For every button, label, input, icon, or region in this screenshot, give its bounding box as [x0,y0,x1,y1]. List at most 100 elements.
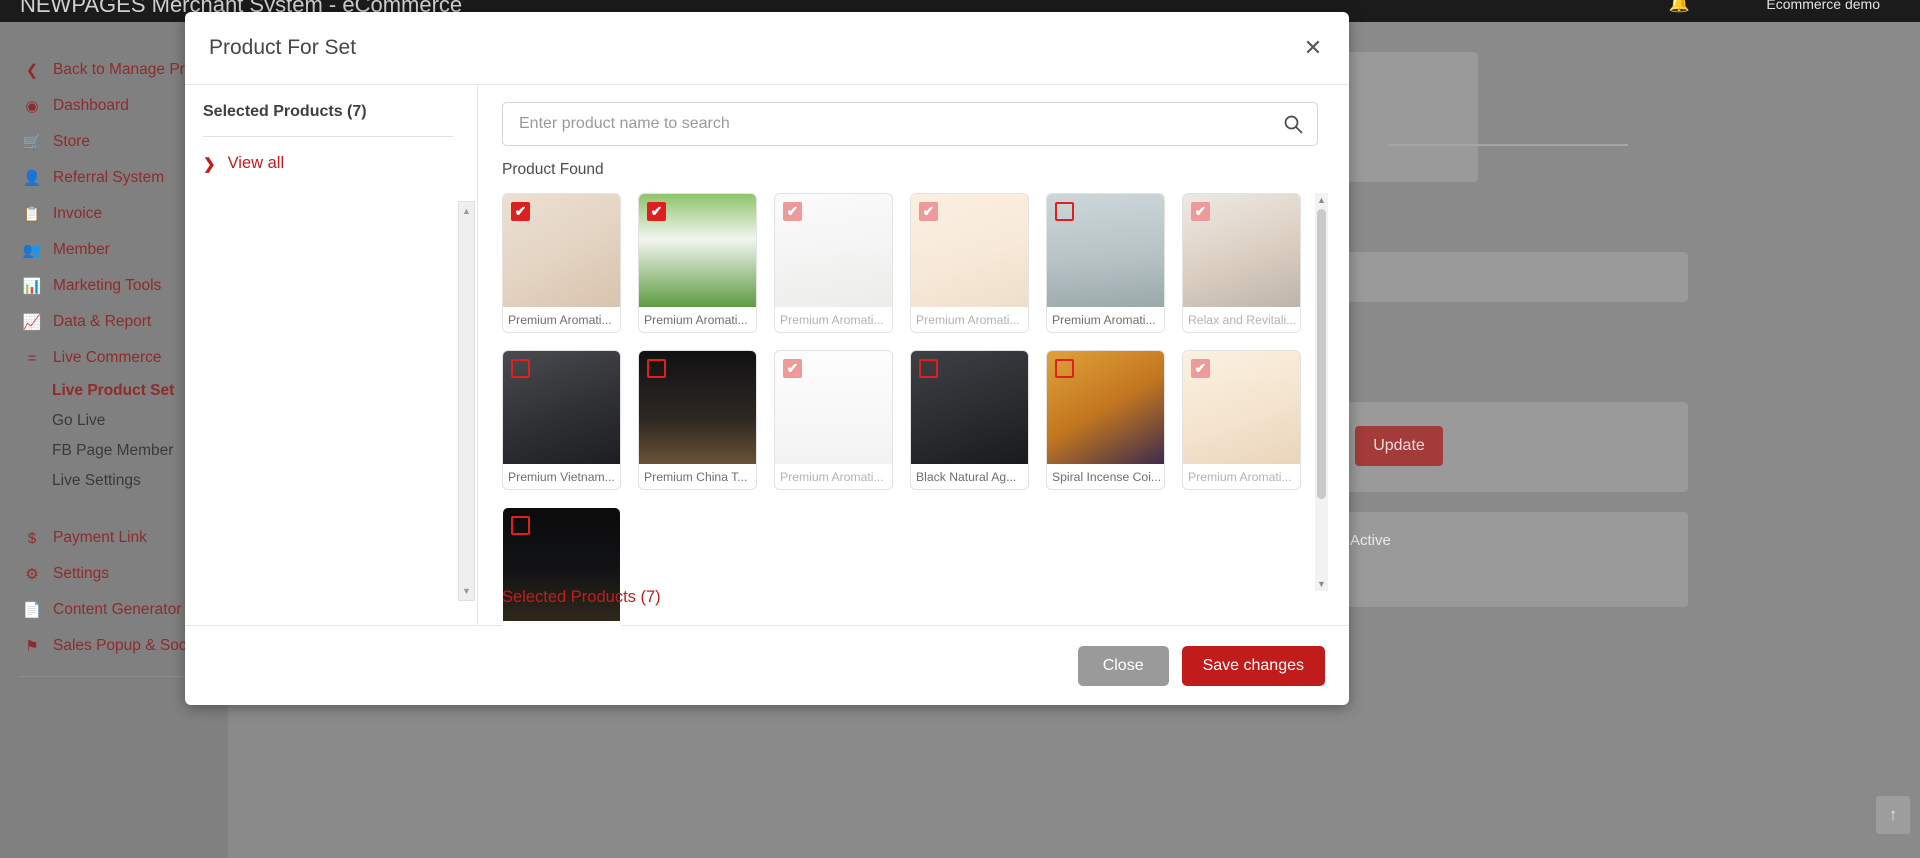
sidebar-item-label: Settings [53,565,110,582]
left-pane-scrollbar[interactable]: ▲ ▼ [458,201,475,601]
close-button[interactable]: Close [1077,645,1169,686]
area-chart-icon: 📈 [22,313,42,331]
product-thumbnail: ✔ [639,194,756,307]
product-thumbnail: ✔ [1183,194,1300,307]
product-card[interactable] [502,507,621,647]
sidebar-item-label: Store [53,133,91,150]
selected-products-pane: Selected Products (7) ❯ View all ▲ ▼ [185,85,478,625]
product-name-label: Premium Aromati... [916,313,1020,327]
scroll-down-arrow-icon[interactable]: ▼ [459,584,474,598]
account-label[interactable]: Ecommerce demo [1766,0,1880,12]
product-checkbox-checked[interactable]: ✔ [1191,359,1210,378]
save-changes-button[interactable]: Save changes [1181,645,1325,686]
product-checkbox-unchecked[interactable] [511,516,530,535]
sidebar-item-label: Dashboard [53,97,129,114]
modal-body: Selected Products (7) ❯ View all ▲ ▼ Ent… [185,85,1349,647]
product-name-label: Premium China T... [644,470,748,484]
product-name-label: Premium Aromati... [508,313,612,327]
product-thumbnail: ✔ [775,351,892,464]
dollar-icon: $ [27,529,37,547]
product-card[interactable]: ✔ Premium Aromati... [774,193,893,333]
product-checkbox-unchecked[interactable] [919,359,938,378]
product-checkbox-unchecked[interactable] [511,359,530,378]
scrollbar-thumb[interactable] [1317,209,1326,499]
members-icon: 👥 [22,241,42,259]
product-card[interactable]: Spiral Incense Coi... [1046,350,1165,490]
scroll-up-arrow-icon[interactable]: ▲ [459,204,474,218]
cart-icon: 🛒 [22,133,42,151]
product-name-label: Premium Aromati... [1188,470,1292,484]
product-name-label: Premium Aromati... [1052,313,1156,327]
product-name-label: Premium Vietnam... [508,470,615,484]
sidebar-item-label: Referral System [53,169,165,186]
product-thumbnail [639,351,756,464]
update-button[interactable]: Update [1355,426,1443,466]
product-checkbox-checked[interactable]: ✔ [647,202,666,221]
scroll-to-top-button[interactable]: ↑ [1876,796,1910,834]
product-name-label: Relax and Revitali... [1188,313,1297,327]
facebook-icon: = [27,349,37,367]
bar-chart-icon: 📊 [22,277,42,295]
search-icon[interactable] [1282,113,1304,135]
sidebar-item-label: Marketing Tools [53,277,162,294]
product-card[interactable]: Premium Aromati... [1046,193,1165,333]
view-all-label: View all [227,154,285,172]
scroll-down-arrow-icon[interactable]: ▼ [1315,577,1328,591]
scroll-up-arrow-icon[interactable]: ▲ [1315,193,1328,207]
view-all-toggle[interactable]: ❯ View all [203,154,453,173]
search-input[interactable] [502,102,1318,146]
product-name-label: Premium Aromati... [780,470,884,484]
product-thumbnail: ✔ [1183,351,1300,464]
product-card[interactable]: Black Natural Ag... [910,350,1029,490]
product-card[interactable]: Premium China T... [638,350,757,490]
modal-title: Product For Set [209,36,357,59]
product-thumbnail [503,351,620,464]
flag-icon: ⚑ [25,637,39,655]
bell-icon[interactable]: 🔔 [1669,0,1690,14]
product-thumbnail: ✔ [775,194,892,307]
chevron-left-icon: ❮ [25,61,39,79]
selected-products-heading: Selected Products (7) [203,103,453,137]
modal-header: Product For Set ✕ [185,12,1349,85]
product-grid: ✔ Premium Aromati... ✔ Premium Aromati... ✔ P… [502,193,1342,647]
gear-icon: ⚙ [25,565,39,583]
sidebar-item-label: Member [53,241,110,258]
product-thumbnail: ✔ [911,194,1028,307]
product-checkbox-checked[interactable]: ✔ [783,359,802,378]
product-checkbox-checked[interactable]: ✔ [783,202,802,221]
product-name-label: Premium Aromati... [780,313,884,327]
product-found-label: Product Found [502,161,604,178]
product-thumbnail [1047,194,1164,307]
product-grid-scrollbar[interactable]: ▲ ▼ [1315,193,1328,591]
product-card[interactable]: ✔ Premium Aromati... [638,193,757,333]
bottom-selected-products-label: Selected Products (7) [502,588,661,606]
search-row [502,102,1342,146]
product-card[interactable]: ✔ Premium Aromati... [774,350,893,490]
product-checkbox-checked[interactable]: ✔ [511,202,530,221]
screen: NEWPAGES Merchant System - eCommerce 🔔 E… [0,0,1920,858]
sidebar-item-label: Content Generator [53,601,182,618]
close-icon[interactable]: ✕ [1299,34,1327,62]
product-card[interactable]: ✔ Premium Aromati... [502,193,621,333]
product-name-label: Spiral Incense Coi... [1052,470,1162,484]
product-checkbox-unchecked[interactable] [1055,359,1074,378]
sidebar-item-label: Invoice [53,205,103,222]
product-card[interactable]: ✔ Relax and Revitali... [1182,193,1301,333]
product-grid-wrapper: ✔ Premium Aromati... ✔ Premium Aromati... ✔ P… [502,193,1342,647]
product-checkbox-checked[interactable]: ✔ [1191,202,1210,221]
product-card[interactable]: Premium Vietnam... [502,350,621,490]
document-icon: 📄 [22,601,42,619]
product-thumbnail [1047,351,1164,464]
product-checkbox-unchecked[interactable] [647,359,666,378]
product-thumbnail [911,351,1028,464]
invoice-icon: 📋 [22,205,42,223]
sidebar-divider [18,676,210,677]
product-name-label: Premium Aromati... [644,313,748,327]
product-card[interactable]: ✔ Premium Aromati... [910,193,1029,333]
product-checkbox-checked[interactable]: ✔ [919,202,938,221]
dashboard-icon: ◉ [25,97,39,115]
product-card[interactable]: ✔ Premium Aromati... [1182,350,1301,490]
product-thumbnail: ✔ [503,194,620,307]
product-search-pane: Product Found ✔ Premium Aromati... ✔ Premiu… [478,85,1366,647]
product-checkbox-unchecked[interactable] [1055,202,1074,221]
